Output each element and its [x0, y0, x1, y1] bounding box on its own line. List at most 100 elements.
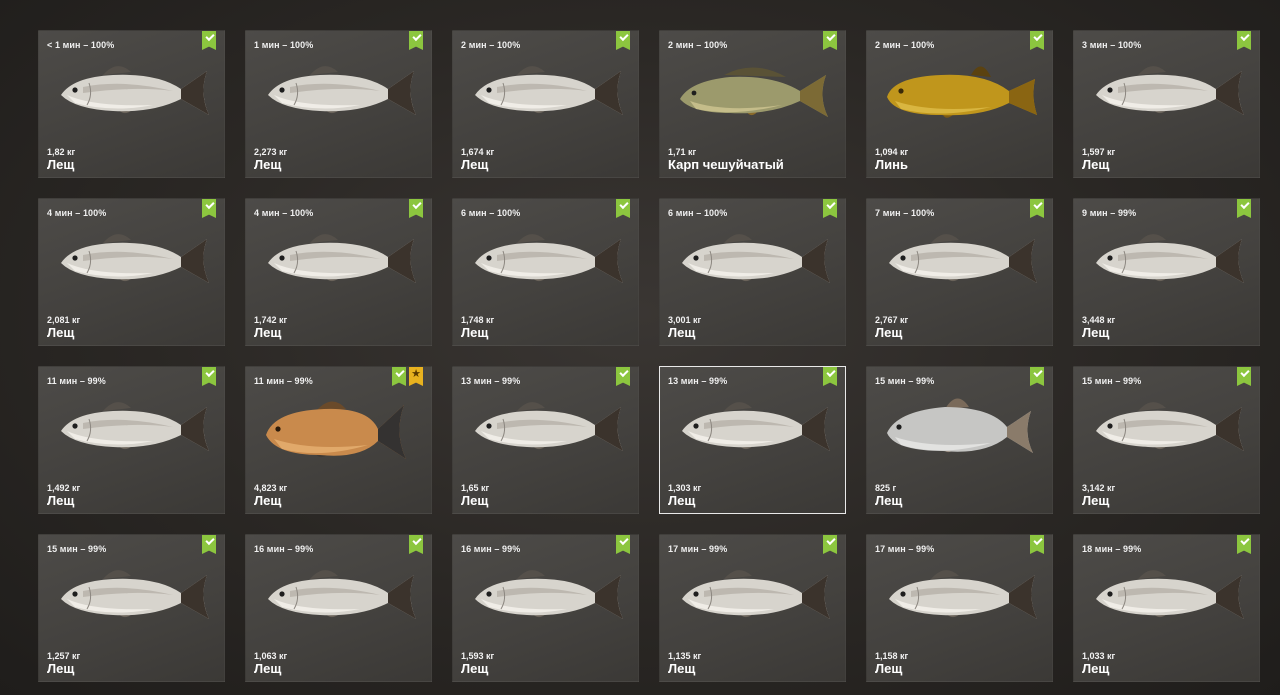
fish-image	[674, 389, 834, 469]
badge-group	[409, 535, 423, 554]
catch-card[interactable]: 17 мин – 99% 1,158 кг Лещ	[866, 534, 1053, 682]
checkmark-icon	[409, 535, 423, 554]
checkmark-icon	[823, 199, 837, 218]
catch-weight: 1,063 кг	[254, 651, 288, 661]
fish-image	[53, 53, 213, 133]
badge-group	[1030, 31, 1044, 50]
fish-species-name: Лещ	[461, 157, 489, 172]
badge-group	[202, 535, 216, 554]
badge-group	[409, 199, 423, 218]
fish-image	[260, 221, 420, 301]
catch-weight: 1,135 кг	[668, 651, 702, 661]
checkmark-icon	[409, 199, 423, 218]
catch-time-label: 11 мин – 99%	[254, 376, 313, 386]
catch-card[interactable]: 17 мин – 99% 1,135 кг Лещ	[659, 534, 846, 682]
badge-group	[1237, 535, 1251, 554]
checkmark-icon	[823, 367, 837, 386]
badge-group	[1030, 367, 1044, 386]
fish-image	[674, 221, 834, 301]
catch-weight: 825 г	[875, 483, 897, 493]
catch-card[interactable]: 16 мин – 99% 1,063 кг Лещ	[245, 534, 432, 682]
catch-card[interactable]: 2 мин – 100% 1,674 кг Лещ	[452, 30, 639, 178]
checkmark-icon	[616, 535, 630, 554]
catch-time-label: 16 мин – 99%	[461, 544, 521, 554]
catch-time-label: 11 мин – 99%	[47, 376, 106, 386]
checkmark-icon	[1030, 367, 1044, 386]
fish-species-name: Лещ	[668, 493, 696, 508]
badge-group	[1237, 367, 1251, 386]
catch-weight: 1,597 кг	[1082, 147, 1116, 157]
catch-card[interactable]: 2 мин – 100% 1,094 кг Линь	[866, 30, 1053, 178]
catch-card[interactable]: 4 мин – 100% 2,081 кг Лещ	[38, 198, 225, 346]
checkmark-icon	[202, 367, 216, 386]
fish-species-name: Линь	[875, 157, 908, 172]
fish-image	[674, 557, 834, 637]
catch-card[interactable]: 6 мин – 100% 3,001 кг Лещ	[659, 198, 846, 346]
catch-time-label: < 1 мин – 100%	[47, 40, 115, 50]
catch-card[interactable]: 7 мин – 100% 2,767 кг Лещ	[866, 198, 1053, 346]
fish-species-name: Лещ	[254, 661, 282, 676]
catch-card[interactable]: 13 мин – 99% 1,65 кг Лещ	[452, 366, 639, 514]
catch-card[interactable]: 9 мин – 99% 3,448 кг Лещ	[1073, 198, 1260, 346]
fish-image	[53, 389, 213, 469]
catch-card[interactable]: 11 мин – 99% 1,492 кг Лещ	[38, 366, 225, 514]
fish-image	[1088, 557, 1248, 637]
fish-species-name: Лещ	[668, 325, 696, 340]
fish-species-name: Лещ	[47, 661, 75, 676]
fish-image	[53, 221, 213, 301]
catch-card[interactable]: < 1 мин – 100% 1,82 кг Лещ	[38, 30, 225, 178]
catch-weight: 1,71 кг	[668, 147, 697, 157]
catch-time-label: 17 мин – 99%	[668, 544, 728, 554]
catch-card[interactable]: 15 мин – 99% 825 г Лещ	[866, 366, 1053, 514]
catch-weight: 2,081 кг	[47, 315, 81, 325]
badge-group	[616, 199, 630, 218]
catch-card[interactable]: 13 мин – 99% 1,303 кг Лещ	[659, 366, 846, 514]
checkmark-icon	[1030, 31, 1044, 50]
fish-image	[467, 53, 627, 133]
badge-group	[1237, 199, 1251, 218]
fish-species-name: Лещ	[875, 661, 903, 676]
catch-weight: 3,142 кг	[1082, 483, 1116, 493]
catch-card[interactable]: 11 мин – 99% ★ 4,823 кг Лещ	[245, 366, 432, 514]
fish-image	[674, 53, 834, 133]
catch-weight: 1,303 кг	[668, 483, 702, 493]
fish-species-name: Лещ	[254, 157, 282, 172]
catch-time-label: 1 мин – 100%	[254, 40, 314, 50]
fish-image	[1088, 53, 1248, 133]
catch-time-label: 15 мин – 99%	[47, 544, 107, 554]
catch-card[interactable]: 3 мин – 100% 1,597 кг Лещ	[1073, 30, 1260, 178]
fish-species-name: Лещ	[254, 325, 282, 340]
checkmark-icon	[202, 31, 216, 50]
badge-group	[409, 31, 423, 50]
checkmark-icon	[202, 535, 216, 554]
badge-group	[823, 535, 837, 554]
catch-weight: 1,65 кг	[461, 483, 490, 493]
badge-group	[823, 31, 837, 50]
catch-weight: 4,823 кг	[254, 483, 288, 493]
fish-species-name: Лещ	[254, 493, 282, 508]
catch-card[interactable]: 2 мин – 100% 1,71 кг Карп чешуйчатый	[659, 30, 846, 178]
fish-image	[1088, 389, 1248, 469]
checkmark-icon	[1030, 199, 1044, 218]
fish-species-name: Лещ	[1082, 325, 1110, 340]
catch-time-label: 6 мин – 100%	[668, 208, 728, 218]
catch-card[interactable]: 16 мин – 99% 1,593 кг Лещ	[452, 534, 639, 682]
badge-group	[1237, 31, 1251, 50]
catch-card[interactable]: 4 мин – 100% 1,742 кг Лещ	[245, 198, 432, 346]
fish-species-name: Лещ	[461, 325, 489, 340]
badge-group	[1030, 199, 1044, 218]
catch-time-label: 18 мин – 99%	[1082, 544, 1142, 554]
checkmark-icon	[1237, 31, 1251, 50]
catch-card[interactable]: 1 мин – 100% 2,273 кг Лещ	[245, 30, 432, 178]
catch-time-label: 2 мин – 100%	[668, 40, 728, 50]
badge-group: ★	[392, 367, 423, 386]
catch-time-label: 15 мин – 99%	[875, 376, 935, 386]
catch-time-label: 4 мин – 100%	[254, 208, 314, 218]
fish-species-name: Лещ	[668, 661, 696, 676]
fish-image	[881, 557, 1041, 637]
catch-weight: 1,593 кг	[461, 651, 495, 661]
catch-card[interactable]: 15 мин – 99% 1,257 кг Лещ	[38, 534, 225, 682]
catch-card[interactable]: 6 мин – 100% 1,748 кг Лещ	[452, 198, 639, 346]
catch-card[interactable]: 15 мин – 99% 3,142 кг Лещ	[1073, 366, 1260, 514]
catch-card[interactable]: 18 мин – 99% 1,033 кг Лещ	[1073, 534, 1260, 682]
